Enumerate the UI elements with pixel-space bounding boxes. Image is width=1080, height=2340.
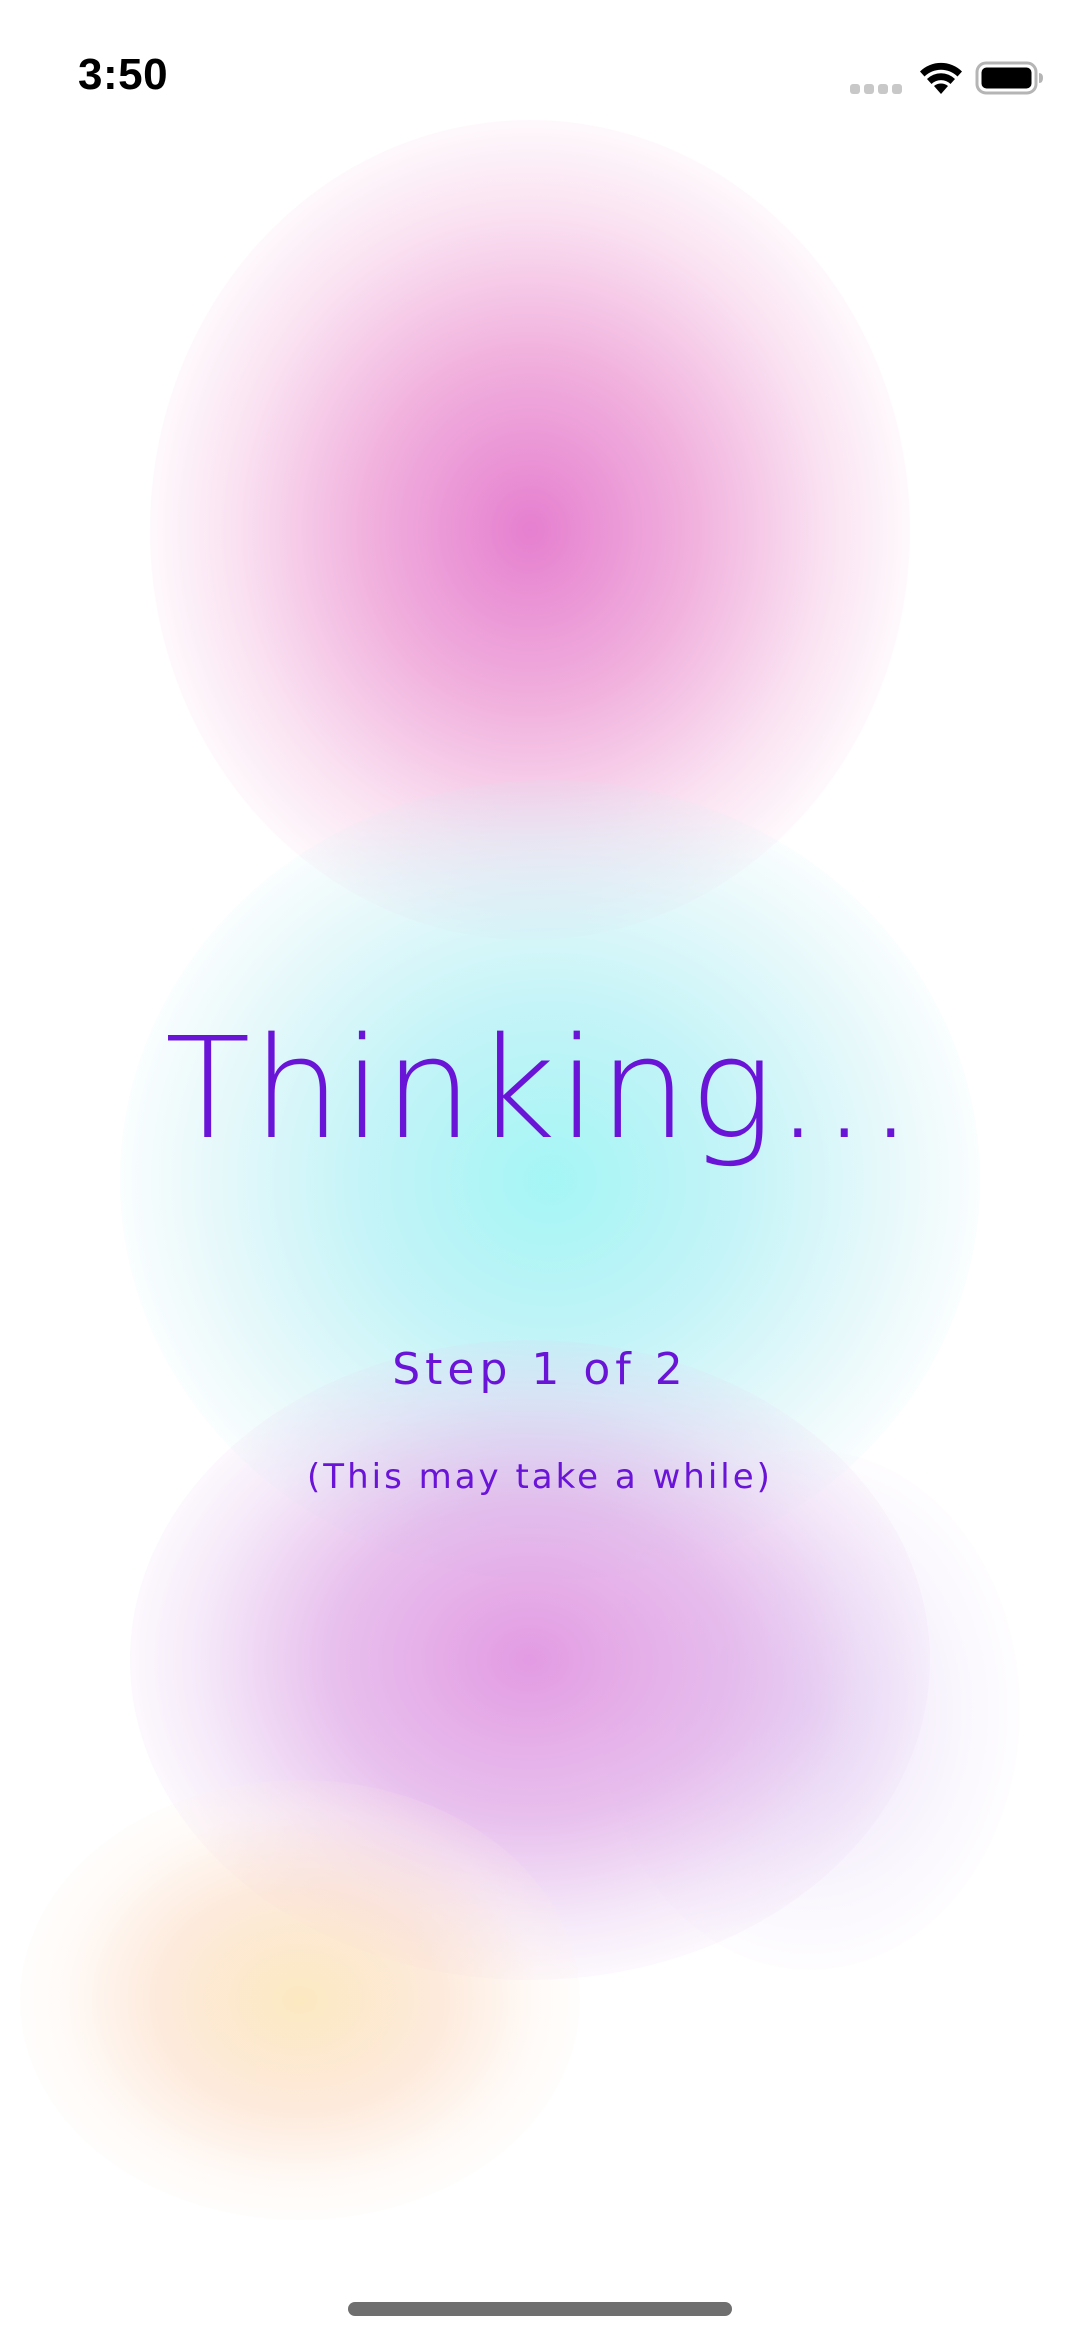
battery-icon: [975, 61, 1043, 95]
wifi-icon: [920, 62, 962, 94]
background-glow-pink: [150, 120, 910, 940]
status-bar: 3:50: [0, 0, 1080, 150]
wait-hint: (This may take a while): [307, 1457, 773, 1497]
home-indicator[interactable]: [348, 2302, 732, 2316]
background-glow-purple: [130, 1340, 930, 1980]
thinking-title: Thinking...: [164, 1008, 916, 1171]
loading-screen: 3:50 Thinking... Step 1 of 2 (This may t…: [0, 0, 1080, 2340]
step-indicator: Step 1 of 2: [392, 1344, 688, 1395]
status-time: 3:50: [78, 50, 169, 99]
cellular-signal-icon: [850, 84, 902, 94]
background-glow-peach: [20, 1780, 580, 2220]
background-glow-lilac: [600, 1450, 1020, 1970]
